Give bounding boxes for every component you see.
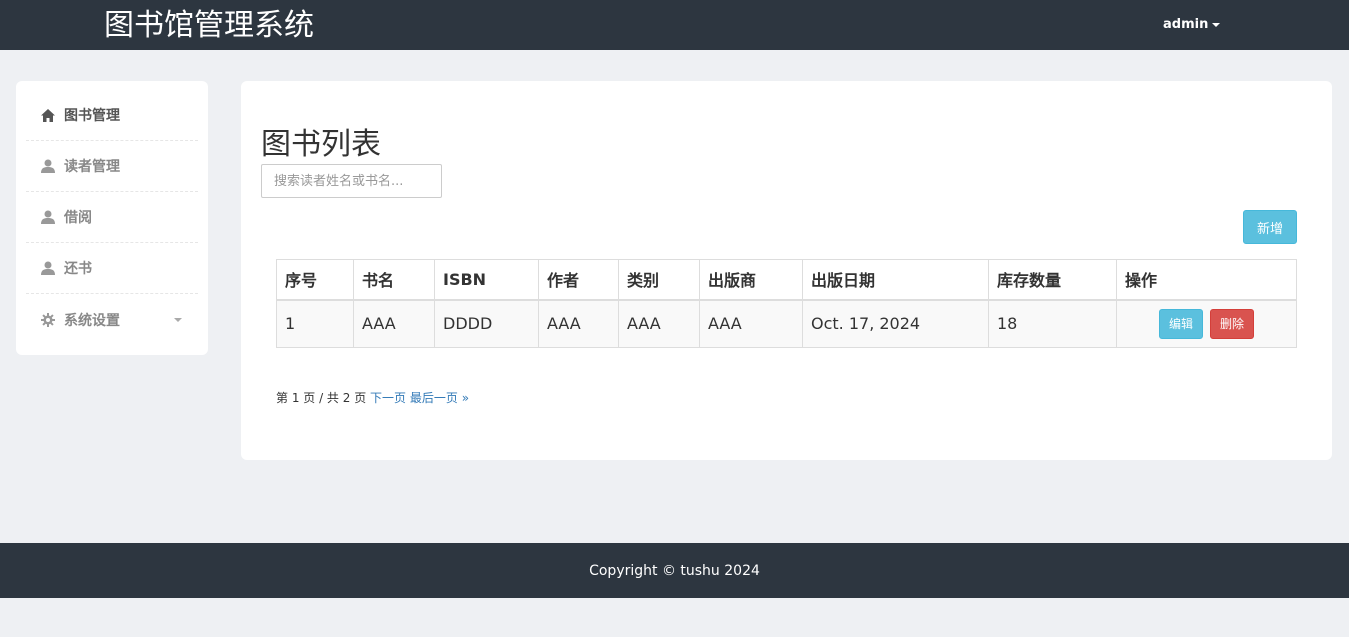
column-header[interactable]: 序号 (276, 259, 354, 301)
user-icon (40, 209, 56, 225)
column-header[interactable]: 类别 (618, 259, 700, 301)
last-page-link[interactable]: 最后一页 » (410, 391, 469, 405)
copyright-text: Copyright © tushu 2024 (589, 562, 760, 579)
column-header[interactable]: 出版日期 (802, 259, 989, 301)
add-button[interactable]: 新增 (1243, 210, 1297, 244)
brand-title[interactable]: 图书馆管理系统 (104, 8, 314, 44)
table-row: 1 AAA DDDD AAA AAA AAA Oct. 17, 2024 18 … (276, 299, 1297, 348)
cell-actions: 编辑 删除 (1116, 299, 1297, 348)
footer: Copyright © tushu 2024 (0, 543, 1349, 598)
page-info: 第 1 页 / 共 2 页 (276, 391, 367, 405)
sidebar-item-label: 借阅 (64, 210, 92, 226)
user-icon (40, 260, 56, 276)
search-input[interactable] (261, 164, 442, 198)
sidebar-item-settings[interactable]: 系统设置 (26, 294, 198, 345)
edit-button[interactable]: 编辑 (1158, 308, 1203, 339)
column-header[interactable]: 书名 (353, 259, 435, 301)
top-navbar: 图书馆管理系统 admin (0, 0, 1349, 50)
cell-publish-date: Oct. 17, 2024 (802, 299, 989, 348)
cell-publisher: AAA (699, 299, 803, 348)
main-panel: 图书列表 新增 序号 书名 ISBN 作者 类别 出版商 出版日期 库存数量 操… (241, 81, 1332, 460)
sidebar-item-return[interactable]: 还书 (26, 243, 198, 294)
user-icon (40, 158, 56, 174)
chevron-down-icon (1212, 23, 1221, 27)
books-table: 序号 书名 ISBN 作者 类别 出版商 出版日期 库存数量 操作 1 AAA … (276, 259, 1297, 348)
delete-button[interactable]: 删除 (1210, 308, 1255, 339)
cell-stock: 18 (988, 299, 1117, 348)
cell-title: AAA (353, 299, 435, 348)
cell-author: AAA (538, 299, 619, 348)
next-page-link[interactable]: 下一页 (370, 391, 406, 405)
cell-category: AAA (618, 299, 700, 348)
sidebar-item-label: 系统设置 (64, 312, 120, 329)
column-header[interactable]: 操作 (1116, 259, 1297, 301)
sidebar-item-label: 读者管理 (64, 159, 120, 175)
column-header[interactable]: 作者 (538, 259, 619, 301)
sidebar-item-label: 还书 (64, 261, 92, 277)
sidebar-item-borrow[interactable]: 借阅 (26, 192, 198, 243)
pagination: 第 1 页 / 共 2 页 下一页 最后一页 » (276, 389, 469, 406)
page-title: 图书列表 (261, 127, 381, 162)
chevron-down-icon (174, 318, 182, 322)
user-name: admin (1163, 17, 1209, 32)
cell-index: 1 (276, 299, 354, 348)
user-menu-dropdown[interactable]: admin (1163, 17, 1221, 32)
cell-isbn: DDDD (434, 299, 539, 348)
column-header[interactable]: 出版商 (699, 259, 803, 301)
table-header-row: 序号 书名 ISBN 作者 类别 出版商 出版日期 库存数量 操作 (276, 259, 1297, 301)
sidebar-item-label: 图书管理 (64, 108, 120, 124)
column-header[interactable]: ISBN (434, 259, 539, 301)
home-icon (40, 107, 56, 123)
gear-icon (40, 312, 56, 328)
sidebar: 图书管理 读者管理 借阅 还书 系统设置 (16, 81, 208, 355)
sidebar-item-book-management[interactable]: 图书管理 (26, 90, 198, 141)
sidebar-item-reader-management[interactable]: 读者管理 (26, 141, 198, 192)
column-header[interactable]: 库存数量 (988, 259, 1117, 301)
